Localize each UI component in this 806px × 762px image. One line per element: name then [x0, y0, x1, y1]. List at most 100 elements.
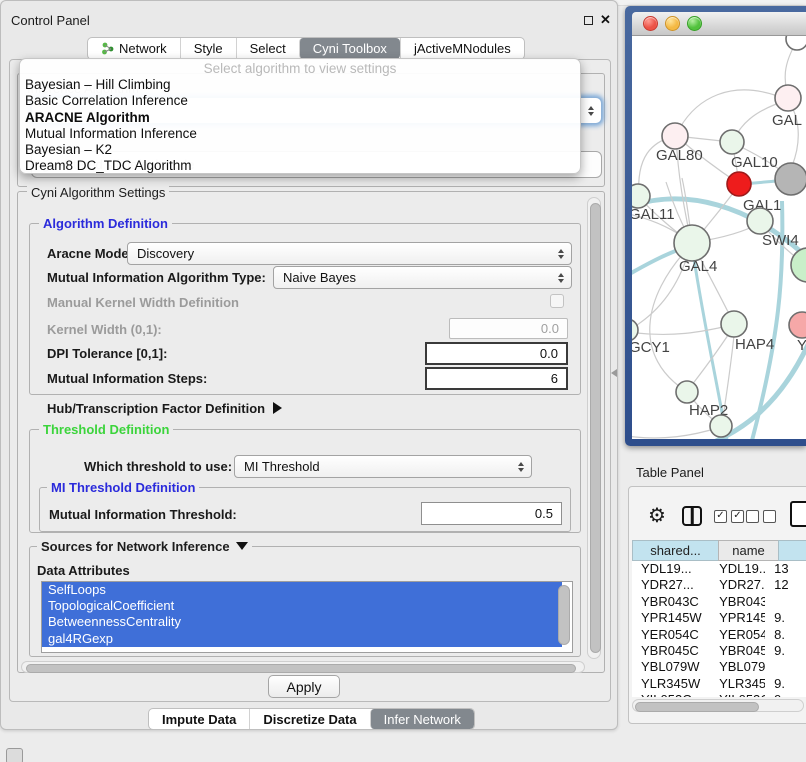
- table-cell: YDR27...: [632, 577, 710, 593]
- show-columns-icon[interactable]: ✓ ✓: [714, 510, 744, 523]
- aracne-mode-combobox[interactable]: Discovery: [127, 242, 572, 265]
- table-row[interactable]: YBR043CYBR043C: [632, 594, 806, 610]
- network-node[interactable]: [720, 130, 744, 154]
- close-icon[interactable]: ✕: [600, 12, 611, 28]
- network-node[interactable]: [775, 163, 806, 195]
- algorithm-option[interactable]: Dream8 DC_TDC Algorithm: [25, 158, 575, 174]
- table-cell: YBL079W: [632, 659, 710, 675]
- mi-type-combobox[interactable]: Naive Bayes: [273, 266, 572, 289]
- network-window-titlebar[interactable]: [632, 12, 806, 36]
- tab-impute-data[interactable]: Impute Data: [149, 709, 249, 729]
- table-row[interactable]: YBR045CYBR045C9.: [632, 643, 806, 659]
- settings-vertical-scrollbar[interactable]: [587, 197, 601, 659]
- zoom-traffic-light-icon[interactable]: [687, 16, 702, 31]
- gear-icon[interactable]: ⚙: [648, 503, 666, 528]
- which-threshold-value: MI Threshold: [244, 459, 320, 474]
- table-cell: [765, 659, 806, 675]
- table-row[interactable]: YIL052CYIL052C9: [632, 692, 806, 697]
- table-cell: YPR145W: [710, 610, 765, 626]
- table-row[interactable]: YDR27...YDR27...12: [632, 577, 806, 593]
- network-node[interactable]: [791, 248, 806, 282]
- network-node-label: GAL10: [731, 154, 778, 171]
- attribute-item-selected[interactable]: SelfLoops: [42, 582, 562, 598]
- table-row[interactable]: YER054CYER054C8.: [632, 627, 806, 643]
- network-node[interactable]: [674, 225, 710, 261]
- hide-columns-icon[interactable]: [746, 510, 776, 523]
- algorithm-option[interactable]: Mutual Information Inference: [25, 126, 575, 142]
- table-body: YDL19...YDL19...13YDR27...YDR27...12YBR0…: [632, 561, 806, 697]
- mi-threshold-field[interactable]: 0.5: [421, 502, 562, 525]
- apply-button[interactable]: Apply: [268, 675, 340, 698]
- tab-style[interactable]: Style: [180, 38, 236, 59]
- attribute-item-selected[interactable]: BetweennessCentrality: [42, 614, 562, 630]
- network-node[interactable]: [632, 319, 638, 341]
- splitter-collapse-icon[interactable]: [611, 369, 617, 377]
- network-node[interactable]: [786, 36, 806, 50]
- manual-kernel-checkbox[interactable]: [550, 294, 564, 308]
- table-row[interactable]: YDL19...YDL19...13: [632, 561, 806, 577]
- tab-cyni-toolbox[interactable]: Cyni Toolbox: [299, 38, 400, 59]
- kernel-width-field[interactable]: 0.0: [449, 318, 568, 339]
- table-row[interactable]: YBL079WYBL079W: [632, 659, 806, 675]
- tab-infer-network[interactable]: Infer Network: [370, 709, 474, 729]
- mi-type-value: Naive Bayes: [283, 270, 356, 285]
- dpi-tolerance-field[interactable]: 0.0: [425, 342, 568, 365]
- network-node[interactable]: [789, 312, 806, 338]
- attribute-item-selected[interactable]: gal4RGexp: [42, 631, 562, 647]
- tab-jactivemnodules[interactable]: jActiveMNodules: [400, 38, 524, 59]
- table-horizontal-scrollbar[interactable]: [632, 699, 804, 712]
- table-cell: YDL19...: [632, 561, 710, 577]
- close-traffic-light-icon[interactable]: [643, 16, 658, 31]
- network-node[interactable]: [727, 172, 751, 196]
- tab-select[interactable]: Select: [236, 38, 299, 59]
- column-header-shared-name[interactable]: shared...: [632, 540, 719, 561]
- attribute-item-selected[interactable]: TopologicalCoefficient: [42, 598, 562, 614]
- mi-steps-field[interactable]: 6: [425, 367, 568, 390]
- which-threshold-combobox[interactable]: MI Threshold: [234, 455, 532, 478]
- algorithm-option[interactable]: Basic Correlation Inference: [25, 93, 575, 109]
- minimized-panel-icon[interactable]: [6, 748, 23, 762]
- document-icon[interactable]: [790, 501, 806, 527]
- column-header-name[interactable]: name: [718, 540, 779, 561]
- algorithm-option-highlighted[interactable]: ARACNE Algorithm: [25, 110, 575, 126]
- table-cell: YBR045C: [710, 643, 765, 659]
- network-canvas[interactable]: GALGAL80GAL10GAL1GAL11SWI4GAL4GCY1HAP4YH…: [632, 36, 806, 439]
- tab-network[interactable]: Network: [88, 38, 180, 59]
- network-node[interactable]: [721, 311, 747, 337]
- network-node[interactable]: [747, 208, 773, 234]
- table-row[interactable]: YPR145WYPR145W9.: [632, 610, 806, 626]
- unchecked-box-icon: [746, 510, 759, 523]
- control-panel-tabbar: Network Style Select Cyni Toolbox jActiv…: [87, 37, 525, 60]
- algorithm-option[interactable]: Bayesian – Hill Climbing: [25, 77, 575, 93]
- attribute-list-scrollbar[interactable]: [558, 585, 570, 645]
- aracne-mode-value: Discovery: [137, 246, 194, 261]
- network-node[interactable]: [710, 415, 732, 437]
- apply-button-label: Apply: [286, 679, 321, 695]
- dpi-tolerance-value: 0.0: [540, 346, 558, 361]
- table-cell: YDR27...: [710, 577, 765, 593]
- mi-threshold-label: Mutual Information Threshold:: [49, 507, 237, 522]
- table-row[interactable]: YLR345WYLR345W9.: [632, 676, 806, 692]
- tab-discretize-data[interactable]: Discretize Data: [249, 709, 369, 729]
- network-node-label: Y: [797, 337, 806, 354]
- dpi-tolerance-label: DPI Tolerance [0,1]:: [47, 346, 167, 361]
- minimize-traffic-light-icon[interactable]: [665, 16, 680, 31]
- table-cell: YLR345W: [710, 676, 765, 692]
- sources-toggle[interactable]: Sources for Network Inference: [37, 539, 252, 554]
- network-node[interactable]: [632, 184, 650, 208]
- table-panel-title: Table Panel: [636, 465, 704, 480]
- columns-icon[interactable]: [682, 506, 702, 526]
- algorithm-option[interactable]: Bayesian – K2: [25, 142, 575, 158]
- hub-definition-toggle[interactable]: Hub/Transcription Factor Definition: [47, 401, 282, 416]
- network-node[interactable]: [775, 85, 801, 111]
- network-node[interactable]: [676, 381, 698, 403]
- expand-right-icon: [273, 402, 282, 414]
- float-window-icon[interactable]: [584, 16, 593, 25]
- column-header-clipped[interactable]: [778, 540, 806, 561]
- tab-label: Impute Data: [162, 712, 236, 727]
- settings-horizontal-scrollbar[interactable]: [21, 661, 585, 673]
- table-cell: 9.: [765, 676, 806, 692]
- table-cell: 9: [765, 692, 806, 697]
- which-threshold-label: Which threshold to use:: [84, 459, 232, 474]
- network-node[interactable]: [662, 123, 688, 149]
